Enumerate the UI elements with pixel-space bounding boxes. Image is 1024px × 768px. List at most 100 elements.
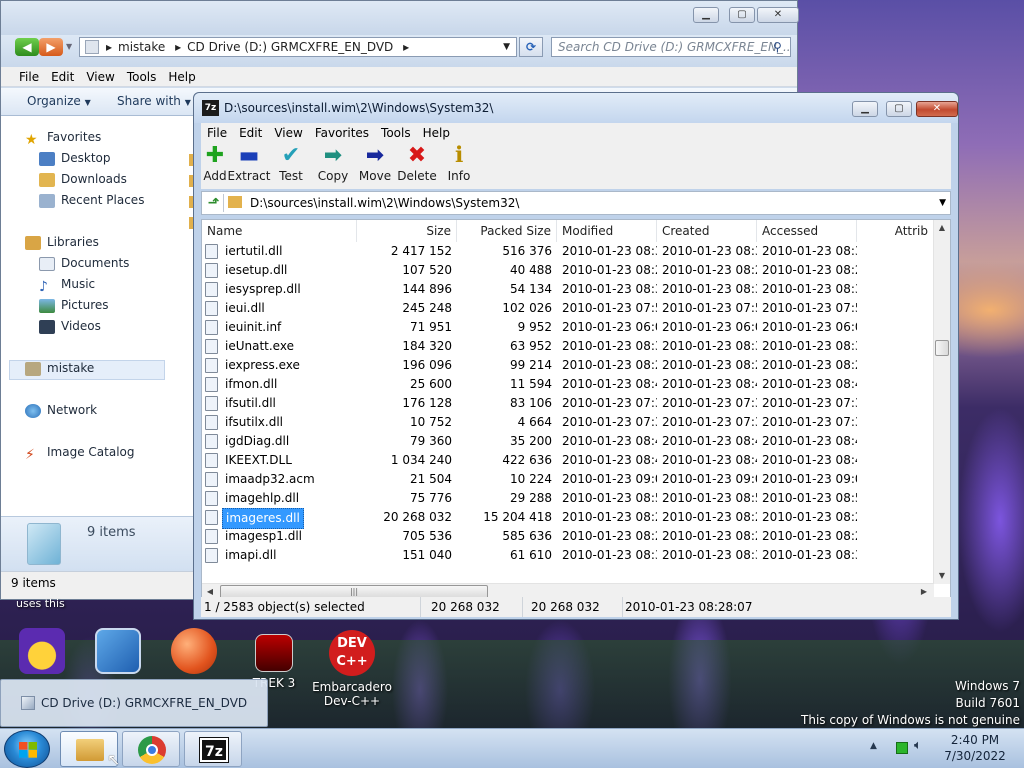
path-dropdown-icon[interactable]: ▼ — [939, 194, 946, 212]
sidebar-item-music[interactable]: ♪ Music — [39, 275, 95, 295]
table-row[interactable]: imaadp32.acm 21 504 10 224 2010-01-23 09:02… — [202, 470, 934, 489]
refresh-button[interactable]: ⟳ — [519, 37, 543, 57]
menu-tools[interactable]: Tools — [375, 123, 417, 143]
sidebar-item-downloads[interactable]: Downloads — [39, 170, 127, 188]
recent-pages-dropdown[interactable]: ▼ — [66, 42, 72, 51]
menu-file[interactable]: File — [201, 123, 233, 143]
7zip-minimize-button[interactable]: ▁ — [852, 101, 878, 117]
column-accessed[interactable]: Accessed — [757, 220, 857, 242]
sidebar-item-recent-places[interactable]: Recent Places — [39, 191, 144, 209]
sidebar-favorites[interactable]: ★ Favorites — [25, 128, 101, 148]
desktop-icon-control-panel[interactable] — [80, 628, 156, 678]
show-hidden-icons-icon[interactable]: ▲ — [870, 741, 877, 751]
search-icon[interactable]: ⚲ — [773, 40, 782, 54]
address-segment-mistake[interactable]: mistake — [118, 40, 165, 54]
back-button[interactable]: ◀ — [15, 38, 39, 56]
toolbar-extract-button[interactable]: ▬ Extract — [227, 143, 271, 183]
table-row[interactable]: imapi.dll 151 040 61 610 2010-01-23 08:34 20… — [202, 546, 934, 565]
scroll-up-icon[interactable]: ▲ — [934, 220, 950, 236]
table-row[interactable]: ifsutil.dll 176 128 83 106 2010-01-23 07:38… — [202, 394, 934, 413]
desktop-icon-yahoo[interactable] — [4, 628, 80, 678]
volume-icon[interactable]: 🔈︎ — [914, 738, 922, 753]
menu-file[interactable]: File — [13, 67, 45, 87]
network-status-icon[interactable] — [896, 742, 908, 754]
7zip-maximize-button[interactable]: ▢ — [886, 101, 912, 117]
clock[interactable]: 2:40 PM 7/30/2022 — [936, 732, 1014, 764]
address-segment-cd-drive[interactable]: CD Drive (D:) GRMCXFRE_EN_DVD — [187, 40, 393, 54]
sidebar-item-desktop[interactable]: Desktop — [39, 149, 111, 167]
toolbar-move-button[interactable]: ➡ Move — [353, 143, 397, 183]
path-input[interactable]: D:\sources\install.wim\2\Windows\System3… — [250, 194, 519, 212]
column-created[interactable]: Created — [657, 220, 757, 242]
table-row[interactable]: ieuinit.inf 71 951 9 952 2010-01-23 06:03 20… — [202, 318, 934, 337]
organize-button[interactable]: Organize ▼ — [27, 94, 91, 108]
table-row[interactable]: igdDiag.dll 79 360 35 200 2010-01-23 08:45 2… — [202, 432, 934, 451]
address-dropdown-icon[interactable]: ▼ — [503, 38, 510, 56]
address-bar[interactable]: ▸ mistake ▸ CD Drive (D:) GRMCXFRE_EN_DVD … — [79, 37, 517, 57]
menu-view[interactable]: View — [80, 67, 120, 87]
address-separator: ▸ — [403, 40, 410, 54]
desktop-icon-devcpp[interactable]: DEV C++ Embarcadero Dev-C++ — [312, 630, 392, 708]
table-row[interactable]: ieui.dll 245 248 102 026 2010-01-23 07:59 20… — [202, 299, 934, 318]
vertical-scroll-thumb[interactable] — [935, 340, 949, 356]
table-row[interactable]: iertutil.dll 2 417 152 516 376 2010-01-23 0… — [202, 242, 934, 261]
table-row[interactable]: ifsutilx.dll 10 752 4 664 2010-01-23 07:38 2… — [202, 413, 934, 432]
path-bar[interactable]: ⬏ D:\sources\install.wim\2\Windows\Syste… — [201, 191, 951, 215]
sidebar-item-pictures[interactable]: Pictures — [39, 296, 109, 314]
7zip-icon: 7z — [199, 737, 229, 763]
chrome-icon — [138, 736, 166, 764]
cell-size: 21 504 — [410, 472, 452, 486]
table-row[interactable]: iexpress.exe 196 096 99 214 2010-01-23 08: 2… — [202, 356, 934, 375]
column-name[interactable]: Name — [202, 220, 357, 242]
menu-edit[interactable]: Edit — [233, 123, 268, 143]
cell-modified: 2010-01-23 07:38 — [562, 396, 657, 410]
share-with-button[interactable]: Share with ▼ — [117, 94, 191, 108]
explorer-maximize-button[interactable]: ▢ — [729, 7, 755, 23]
table-row[interactable]: iesysprep.dll 144 896 54 134 2010-01-23 08:… — [202, 280, 934, 299]
taskbar-chrome-button[interactable] — [122, 731, 180, 767]
toolbar-copy-button[interactable]: ➡ Copy — [311, 143, 355, 183]
table-row[interactable]: ifmon.dll 25 600 11 594 2010-01-23 08:48 201… — [202, 375, 934, 394]
column-size[interactable]: Size — [357, 220, 457, 242]
7zip-close-button[interactable]: ✕ — [916, 101, 958, 117]
7zip-titlebar[interactable]: 7z D:\sources\install.wim\2\Windows\Syst… — [194, 93, 958, 123]
explorer-titlebar[interactable] — [1, 1, 797, 35]
start-button[interactable] — [4, 730, 50, 768]
sidebar-network[interactable]: Network — [25, 401, 97, 419]
vertical-scrollbar[interactable]: ▲ ▼ — [933, 220, 950, 584]
table-row[interactable]: iesetup.dll 107 520 40 488 2010-01-23 08:29… — [202, 261, 934, 280]
taskbar-7zip-button[interactable]: 7z — [184, 731, 242, 767]
sidebar-item-videos[interactable]: Videos — [39, 317, 101, 335]
toolbar-info-button[interactable]: ℹ Info — [437, 143, 481, 183]
menu-tools[interactable]: Tools — [121, 67, 163, 87]
toolbar-test-button[interactable]: ✔ Test — [269, 143, 313, 183]
menu-help[interactable]: Help — [162, 67, 201, 87]
taskbar-thumbnail[interactable]: CD Drive (D:) GRMCXFRE_EN_DVD — [0, 679, 268, 727]
menu-view[interactable]: View — [268, 123, 308, 143]
menu-help[interactable]: Help — [417, 123, 456, 143]
sidebar-image-catalog[interactable]: ⚡ Image Catalog — [25, 443, 134, 463]
explorer-close-button[interactable]: ✕ — [757, 7, 799, 23]
sidebar-item-documents[interactable]: Documents — [39, 254, 129, 272]
table-row[interactable]: IKEEXT.DLL 1 034 240 422 636 2010-01-23 08:… — [202, 451, 934, 470]
forward-button[interactable]: ▶ — [39, 38, 63, 56]
taskbar-explorer-button[interactable]: ↖ — [60, 731, 120, 768]
cell-name: iexpress.exe — [225, 358, 300, 372]
table-row[interactable]: ieUnatt.exe 184 320 63 952 2010-01-23 08:30… — [202, 337, 934, 356]
column-packed-size[interactable]: Packed Size — [457, 220, 557, 242]
column-attrib[interactable]: Attrib — [857, 220, 934, 242]
menu-favorites[interactable]: Favorites — [309, 123, 375, 143]
up-folder-icon[interactable]: ⬏ — [204, 194, 224, 212]
table-row[interactable]: imagesp1.dll 705 536 585 636 2010-01-23 08:… — [202, 527, 934, 546]
toolbar-delete-button[interactable]: ✖ Delete — [395, 143, 439, 183]
column-modified[interactable]: Modified — [557, 220, 657, 242]
explorer-minimize-button[interactable]: ▁ — [693, 7, 719, 23]
scroll-down-icon[interactable]: ▼ — [934, 568, 950, 584]
menu-edit[interactable]: Edit — [45, 67, 80, 87]
search-input[interactable]: Search CD Drive (D:) GRMCXFRE_EN_... — [551, 37, 791, 57]
table-row[interactable]: imagehlp.dll 75 776 29 288 2010-01-23 08:54… — [202, 489, 934, 508]
sidebar-homegroup[interactable]: mistake — [25, 359, 94, 377]
table-row[interactable]: imageres.dll 20 268 032 15 204 418 2010-01-… — [202, 508, 934, 529]
desktop-icon-paint[interactable] — [156, 628, 232, 678]
sidebar-libraries[interactable]: Libraries — [25, 233, 99, 251]
